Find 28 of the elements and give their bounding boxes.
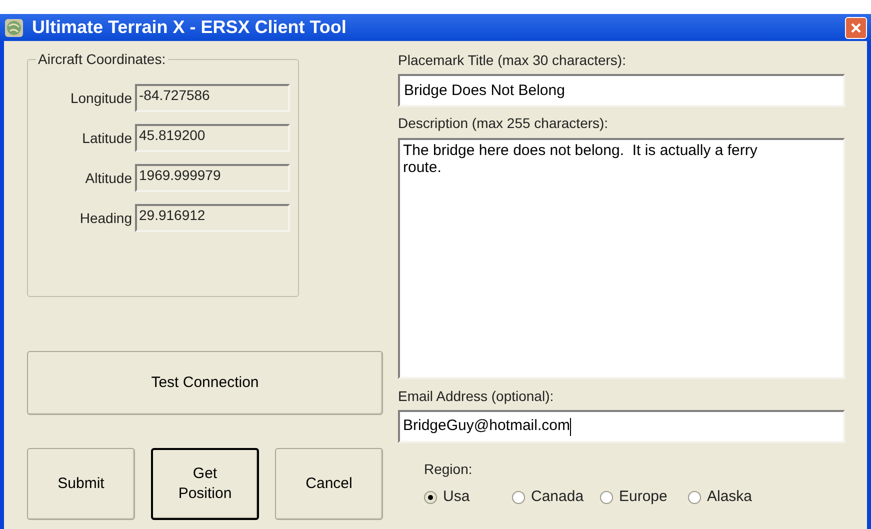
- field-label: Region:: [424, 460, 474, 479]
- dialog-button[interactable]: Cancel: [275, 448, 383, 520]
- email-field[interactable]: BridgeGuy@hotmail.com: [398, 410, 845, 443]
- window-title: Ultimate Terrain X - ERSX Client Tool: [32, 16, 346, 39]
- region-radio[interactable]: Canada: [512, 486, 596, 508]
- coordinate-field: 29.916912: [135, 204, 290, 232]
- dialog-button[interactable]: Get Position: [151, 448, 259, 520]
- field-label: Description (max 255 characters):: [398, 114, 610, 133]
- region-radio[interactable]: Alaska: [688, 486, 772, 508]
- test-connection-button[interactable]: Test Connection: [27, 351, 383, 415]
- description-field[interactable]: The bridge here does not belong. It is actually a ferry route.: [398, 138, 845, 379]
- dialog-button[interactable]: Submit: [27, 448, 135, 520]
- field-label: Heading: [78, 208, 132, 228]
- region-radio[interactable]: Usa: [424, 486, 508, 508]
- field-label: Latitude: [81, 128, 132, 148]
- title-field[interactable]: Bridge Does Not Belong: [398, 74, 845, 107]
- coordinate-field: 1969.999979: [135, 164, 290, 192]
- close-button[interactable]: [845, 16, 867, 38]
- field-label: Altitude: [84, 168, 132, 188]
- field-label: Longitude: [69, 88, 132, 108]
- region-radio[interactable]: Europe: [600, 486, 684, 508]
- field-label: Placemark Title (max 30 characters):: [398, 51, 627, 70]
- group-title: Aircraft Coordinates:: [36, 51, 168, 67]
- close-icon: [850, 22, 862, 34]
- coordinate-field: -84.727586: [135, 84, 290, 112]
- field-label: Email Address (optional):: [398, 387, 555, 406]
- globe-icon: [4, 18, 24, 38]
- coordinate-field: 45.819200: [135, 124, 290, 152]
